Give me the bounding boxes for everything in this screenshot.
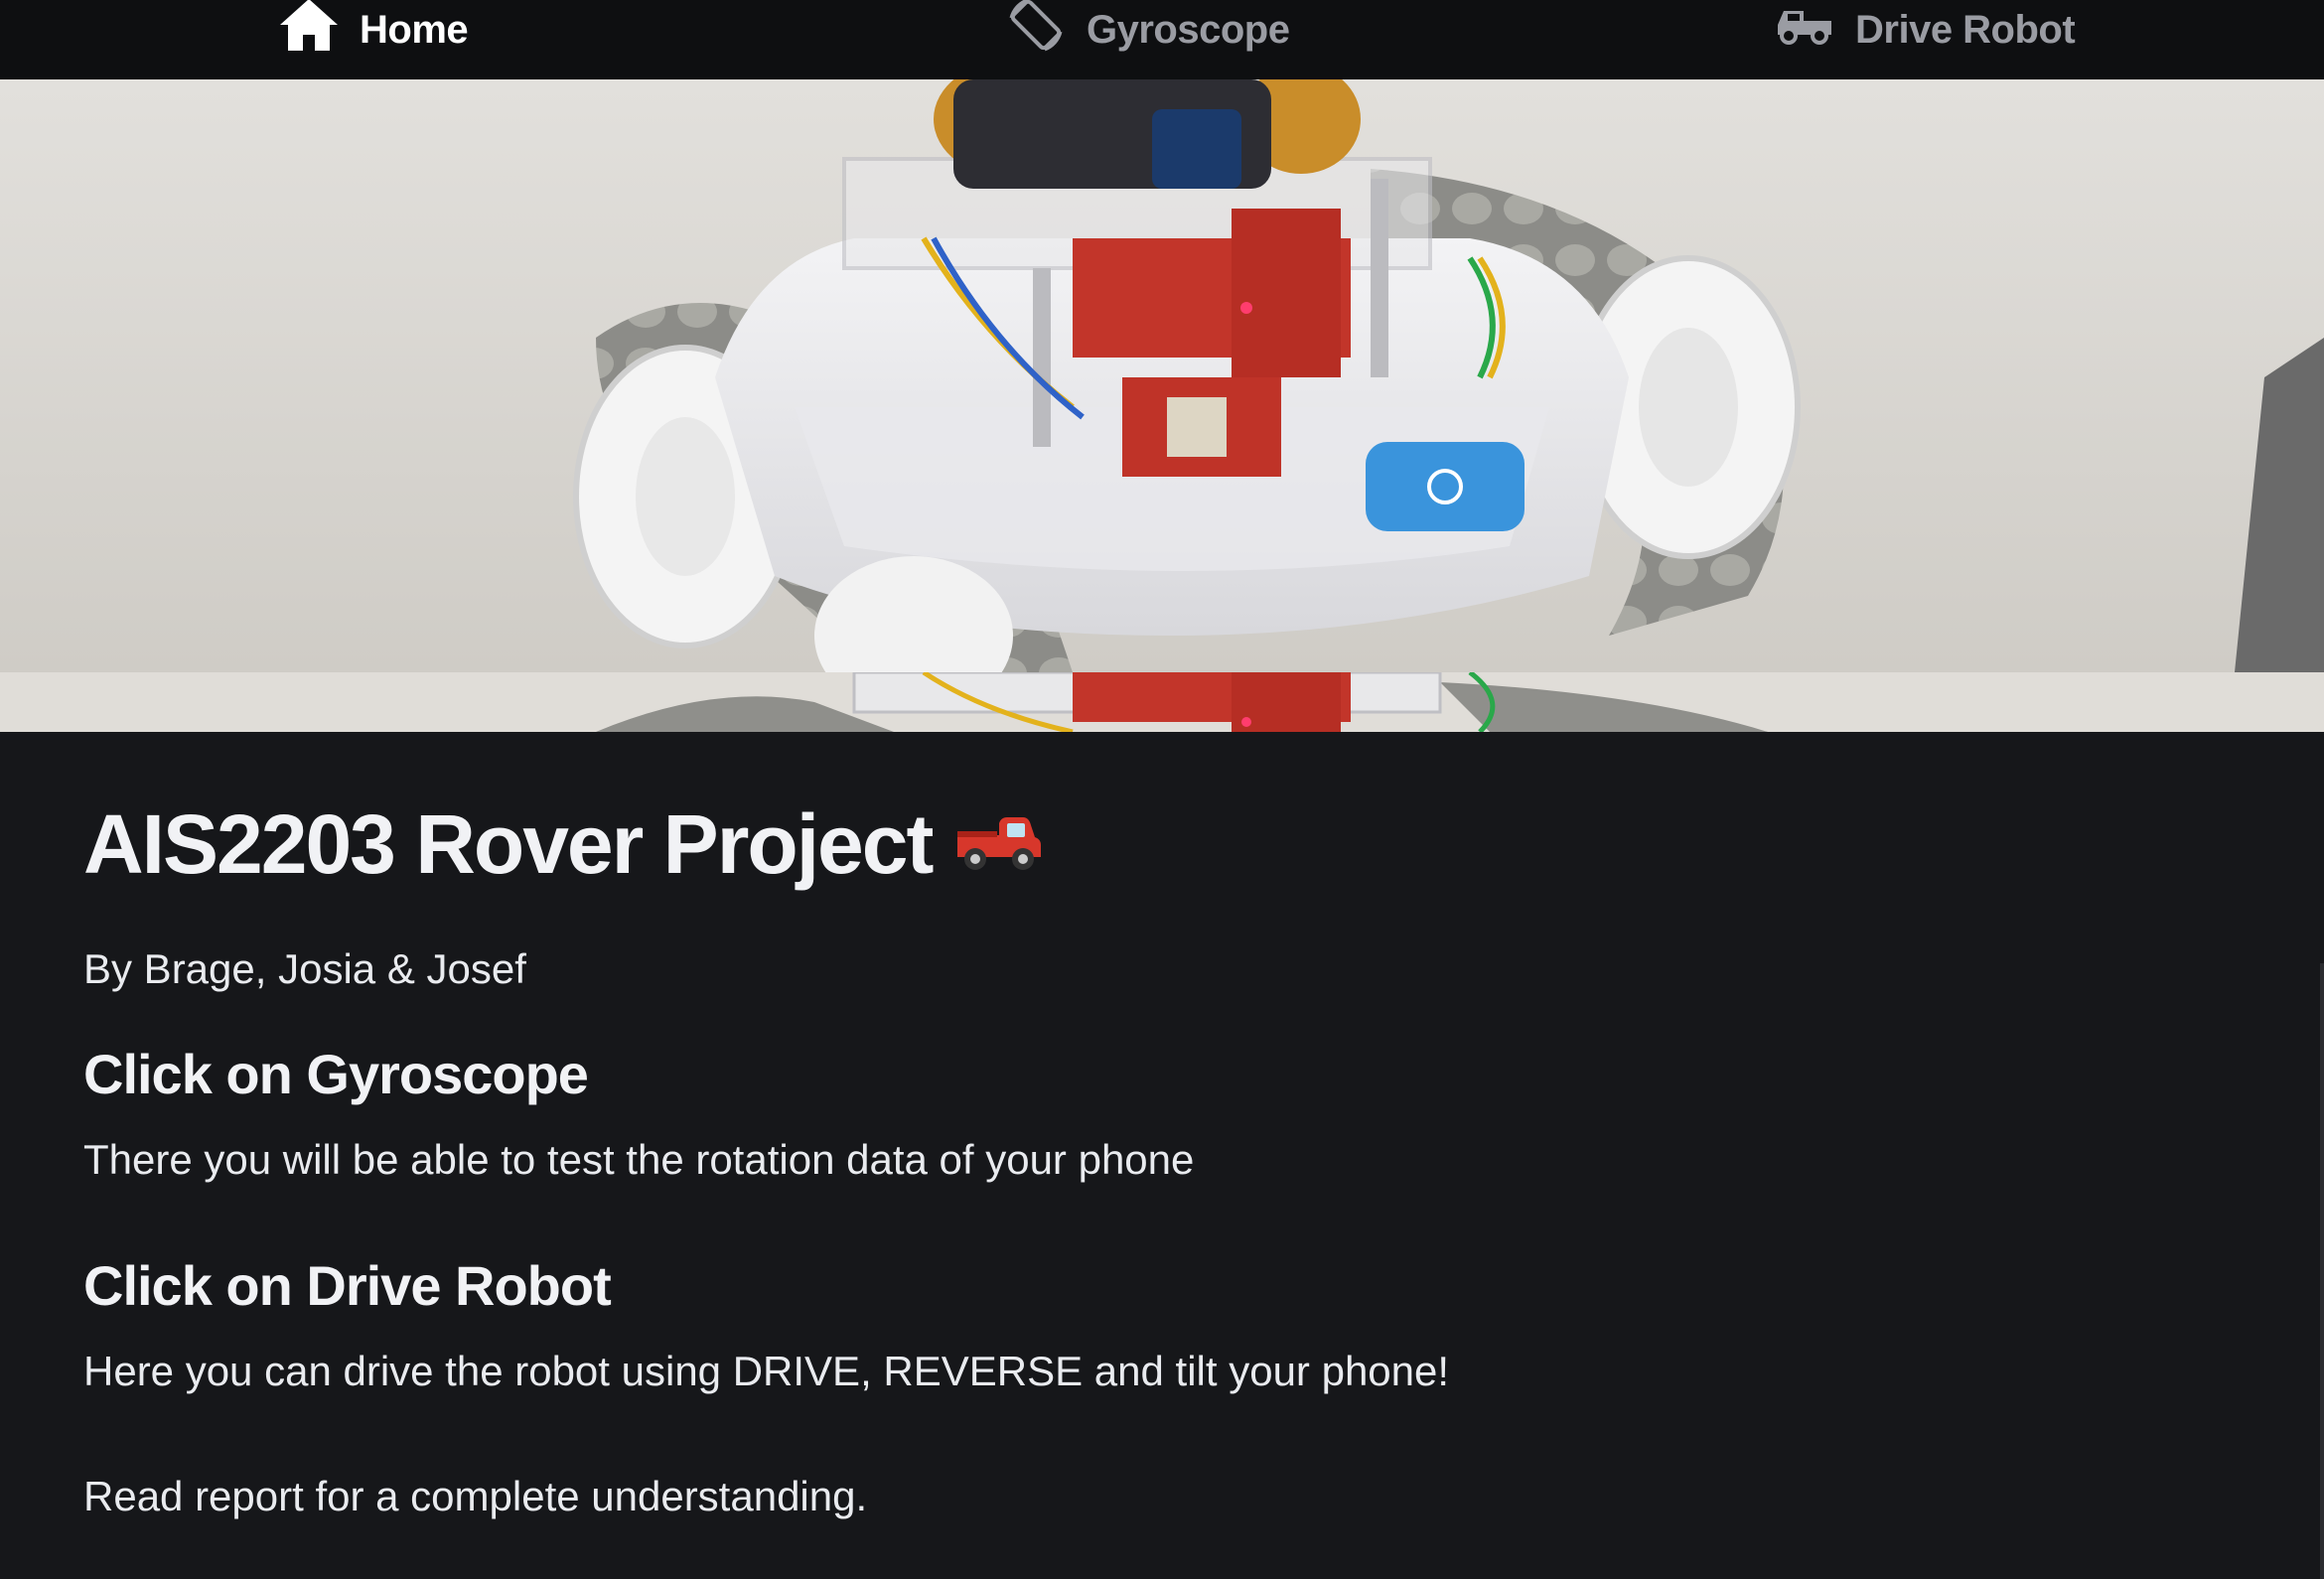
page-title-text: AIS2203 Rover Project [83, 797, 934, 891]
drive-robot-heading: Click on Drive Robot [83, 1254, 612, 1317]
nav-home-label: Home [360, 7, 469, 52]
nav-drive-robot-label: Drive Robot [1855, 7, 2076, 52]
authors-text: By Brage, Josia & Josef [83, 945, 526, 992]
home-icon [278, 0, 340, 63]
nav-home-link[interactable]: Home [278, 0, 469, 63]
nav-gyroscope-link[interactable]: Gyroscope [1005, 0, 1290, 60]
gyroscope-description: There you will be able to test the rotat… [83, 1136, 1195, 1183]
scrollbar[interactable] [2320, 963, 2324, 1579]
nav-drive-robot-link[interactable]: Drive Robot [1774, 0, 2076, 60]
report-note: Read report for a complete understanding… [83, 1473, 868, 1519]
gyroscope-heading: Click on Gyroscope [83, 1043, 589, 1105]
rover-photo-repeat-strip [0, 672, 2324, 732]
screen-rotation-icon [1005, 0, 1067, 66]
nav-gyroscope-label: Gyroscope [1087, 7, 1290, 52]
hero-rover-photo [0, 79, 2324, 732]
page-title: AIS2203 Rover Project [83, 796, 1043, 893]
pickup-truck-icon [953, 796, 1043, 893]
car-icon [1774, 3, 1835, 57]
drive-robot-description: Here you can drive the robot using DRIVE… [83, 1348, 1450, 1394]
rover-photo [0, 79, 2324, 672]
top-nav: Home Gyroscope Drive Robot [0, 0, 2324, 79]
